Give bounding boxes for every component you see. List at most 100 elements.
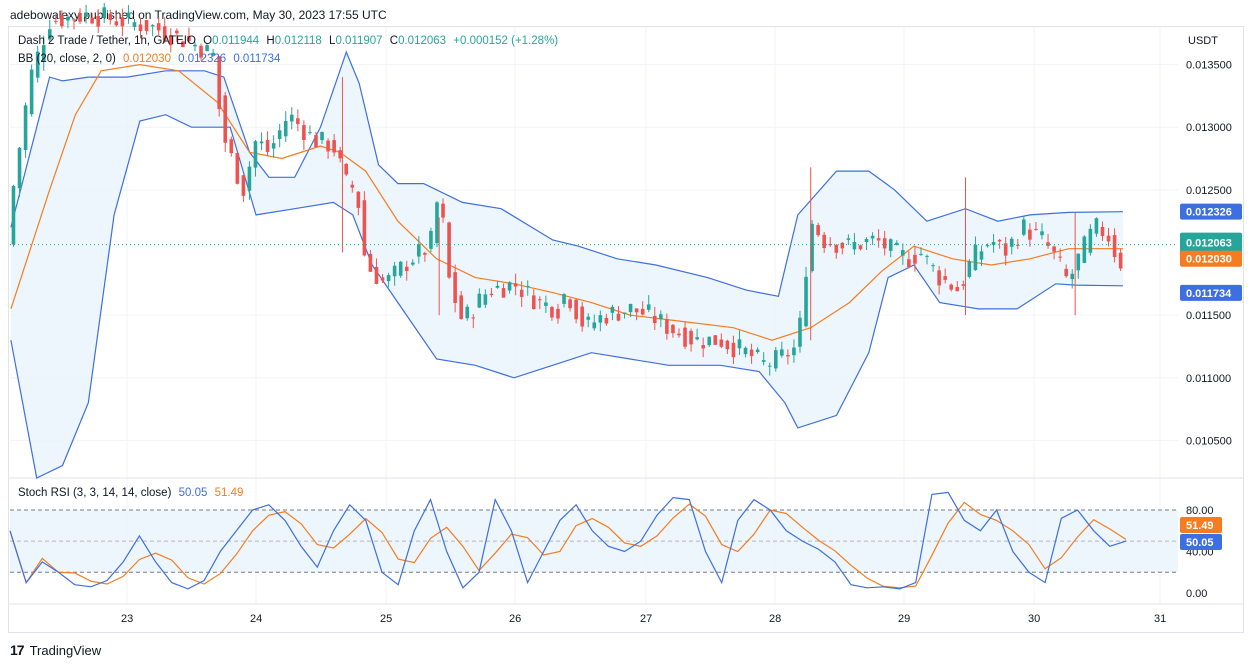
time-tick-label: 25 — [380, 613, 392, 625]
candle-body — [864, 238, 869, 243]
candle-body — [550, 307, 554, 318]
time-tick-label: 28 — [769, 613, 781, 625]
candle-body — [937, 270, 941, 286]
candle-body — [229, 139, 234, 154]
candle-body — [804, 276, 808, 327]
candle-body — [429, 230, 433, 249]
time-tick-label: 24 — [250, 613, 262, 625]
candle-body — [646, 304, 651, 310]
candle-body — [610, 306, 615, 313]
candle-body — [876, 238, 881, 241]
candle-body — [689, 330, 693, 345]
close-value: 0.012063 — [398, 35, 447, 47]
candle-body — [410, 262, 415, 265]
candle-body — [54, 20, 58, 22]
d-value: 51.49 — [214, 487, 244, 499]
stoch-rsi-label: Stoch RSI (3, 3, 14, 14, close) — [18, 487, 172, 499]
candle-body — [350, 184, 355, 188]
candle-body — [386, 275, 391, 282]
candle-body — [120, 17, 125, 27]
candle-body — [1052, 246, 1056, 252]
candle-body — [665, 319, 669, 334]
symbol-label: Dash 2 Trade / Tether, 1h, GATEIO — [18, 35, 196, 47]
candle-body — [798, 317, 802, 347]
candle-body — [622, 312, 627, 314]
candle-body — [404, 266, 409, 271]
candle-body — [368, 253, 373, 272]
currency-label: USDT — [1188, 35, 1218, 47]
candle-body — [544, 302, 548, 306]
close-label: C — [389, 35, 399, 47]
candle-body — [731, 342, 736, 358]
candle-body — [453, 272, 457, 303]
candle-body — [973, 244, 978, 271]
tradingview-footer[interactable]: 17 TradingView — [10, 642, 101, 658]
ohlc-legend: Dash 2 Trade / Tether, 1h, GATEIO O0.011… — [18, 35, 562, 47]
candle-body — [338, 150, 342, 159]
time-tick-label: 29 — [898, 613, 910, 625]
candle-body — [943, 276, 947, 280]
stoch-d-badge-text: 51.49 — [1186, 520, 1214, 532]
candle-body — [144, 19, 149, 32]
candle-body — [525, 285, 530, 287]
candle-body — [302, 124, 306, 140]
candle-body — [332, 140, 336, 153]
candle-body — [1003, 243, 1008, 256]
time-tick-label: 27 — [640, 613, 652, 625]
candle-body — [997, 239, 1002, 242]
candle-body — [519, 289, 524, 297]
price-tick-label: 0.011500 — [1186, 310, 1231, 322]
candle-body — [66, 16, 70, 21]
candle-body — [1082, 236, 1087, 263]
bollinger-bands — [10, 50, 1123, 479]
candle-body — [1100, 226, 1105, 237]
candle-body — [701, 345, 705, 349]
candle-body — [11, 185, 16, 245]
candle-body — [441, 203, 445, 218]
candle-body — [919, 253, 923, 255]
candle-body — [713, 335, 718, 345]
candle-body — [320, 131, 324, 141]
candle-body — [398, 261, 403, 276]
candle-body — [634, 308, 639, 313]
candle-body — [1094, 218, 1099, 234]
chart-canvas[interactable]: 0.013500 0.013000 0.012500 0.011500 0.011000… — [0, 0, 1255, 668]
candle-body — [102, 7, 107, 19]
price-tick-label: 0.013500 — [1186, 60, 1232, 72]
bb-basis-badge-text: 0.012030 — [1186, 254, 1232, 266]
candle-body — [326, 140, 330, 152]
low-value: 0.011907 — [335, 35, 383, 47]
candle-body — [1112, 235, 1117, 257]
candle-body — [277, 130, 282, 139]
bb-legend: BB (20, close, 2, 0) 0.012030 0.012326 0… — [18, 53, 284, 65]
candle-body — [1040, 231, 1044, 236]
candle-body — [580, 306, 584, 327]
candle-body — [840, 242, 845, 249]
candle-body — [1106, 235, 1111, 242]
candle-body — [931, 265, 935, 267]
candle-body — [725, 340, 730, 350]
candle-body — [604, 318, 609, 324]
candle-body — [380, 277, 385, 281]
candle-body — [459, 295, 463, 319]
candle-body — [1070, 273, 1075, 280]
candle-body — [955, 287, 960, 292]
candle-body — [786, 355, 790, 357]
candle-body — [979, 251, 984, 260]
brand-label: TradingView — [29, 642, 102, 658]
candle-body — [834, 244, 839, 253]
candle-body — [235, 153, 240, 184]
candle-body — [695, 337, 699, 340]
candle-body — [985, 245, 990, 247]
candle-body — [96, 16, 100, 27]
candle-body — [72, 19, 76, 21]
candle-body — [1118, 252, 1123, 269]
candle-body — [447, 222, 451, 278]
candle-body — [471, 317, 476, 319]
rsi-tick-label: 80.00 — [1186, 505, 1214, 517]
candle-body — [598, 315, 603, 323]
candle-body — [1088, 228, 1093, 253]
time-tick-label: 26 — [509, 613, 521, 625]
candle-body — [132, 22, 137, 27]
candle-body — [616, 313, 621, 321]
